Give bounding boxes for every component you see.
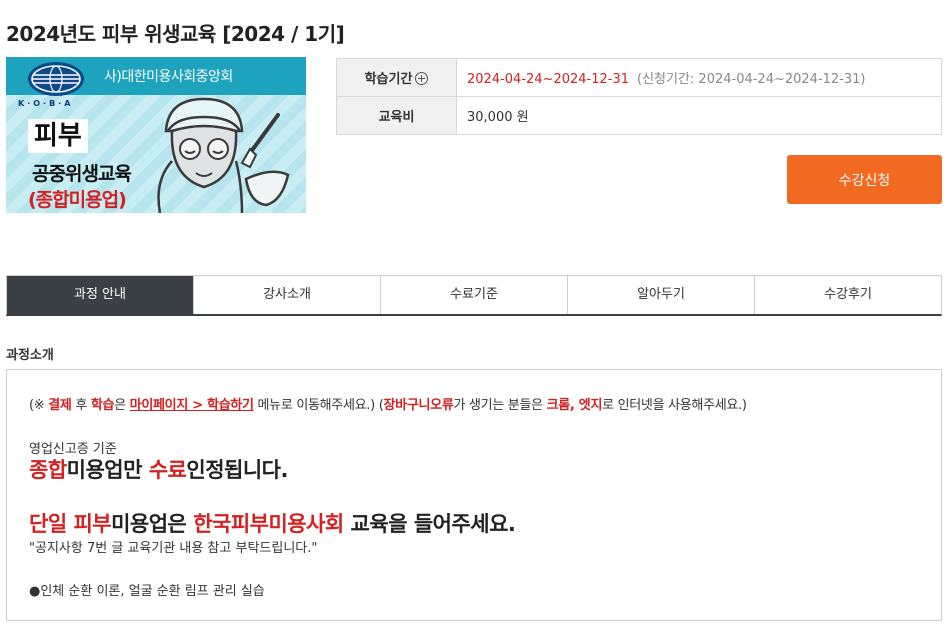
single-skin-statement: 단일 피부미용업은 한국피부미용사회 교육을 들어주세요. [29,508,516,538]
practice-item: ●인체 순환 이론, 얼굴 순환 림프 관리 실습 [29,584,265,599]
banner-category-label: (종합미용업) [28,189,127,211]
notice-reference-text: "공지사항 7번 글 교육기관 내용 참고 부탁드립니다." [29,541,318,556]
notice-part: 후 [71,398,91,413]
logo-text: K·O·B·A [18,99,74,108]
fee-value: 30,000 원 [456,96,942,135]
mypage-study-link[interactable]: 마이페이지 > 학습하기 [130,398,254,413]
course-intro-box: (※ 결제 후 학습은 마이페이지 > 학습하기 메뉴로 이동해주세요.) (장… [6,369,942,621]
tab-course-guide[interactable]: 과정 안내 [7,276,194,314]
notice-part: (※ [29,398,49,413]
statement-text: 인정됩니다. [186,458,288,482]
statement-highlight: 수료 [148,458,187,482]
notice-highlight-payment: 결제 [48,398,72,413]
banner-skin-label: 피부 [28,119,88,153]
tab-notes[interactable]: 알아두기 [568,276,755,314]
apply-period: (신청기간: 2024-04-24~2024-12-31) [637,72,866,87]
section-title: 과정소개 [6,348,54,363]
statement-highlight: 종합 [29,458,67,482]
statement-highlight: 한국피부미용사회 [193,512,344,536]
tab-reviews[interactable]: 수강후기 [755,276,941,314]
period-label: 학습기간 [364,72,413,87]
notice-part: 로 인터넷을 사용해주세요.) [602,398,747,413]
page-title: 2024년도 피부 위생교육 [2024 / 1기] [6,22,345,46]
association-name: 사)대한미용사회중앙회 [104,69,233,85]
notice-highlight-study: 학습 [90,398,115,413]
period-label-cell: 학습기간 [336,58,457,97]
notice-part: 가 생기는 분들은 [453,398,547,413]
statement-text: 교육을 들어주세요. [343,512,516,536]
statement-text: 미용업은 [111,512,194,536]
course-info-table: 학습기간 2024-04-24~2024-12-31 (신청기간: 2024-04… [336,58,942,135]
plus-circle-icon[interactable] [415,72,429,85]
tab-completion-criteria[interactable]: 수료기준 [381,276,568,314]
banner-education-label: 공중위생교육 [32,163,132,185]
course-tabs: 과정 안내 강사소개 수료기준 알아두기 수강후기 [6,275,942,316]
notice-text: (※ 결제 후 학습은 마이페이지 > 학습하기 메뉴로 이동해주세요.) (장… [29,394,747,413]
period-value: 2024-04-24~2024-12-31 [467,72,629,87]
face-mask-illustration-icon [157,97,290,213]
period-row: 학습기간 2024-04-24~2024-12-31 (신청기간: 2024-04… [336,58,942,97]
enroll-button[interactable]: 수강신청 [787,155,942,204]
course-banner: K·O·B·A 사)대한미용사회중앙회 피부 공중위생교육 (종합미용업) [6,57,306,213]
fee-row: 교육비 30,000 원 [336,96,942,135]
statement-highlight: 단일 피부 [29,512,112,536]
notice-part: 메뉴로 이동해주세요.) ( [253,398,384,413]
tab-instructor[interactable]: 강사소개 [194,276,381,314]
fee-label: 교육비 [336,96,457,135]
notice-part: 은 [114,398,130,413]
completion-statement: 종합미용업만 수료인정됩니다. [29,454,288,484]
notice-highlight-browsers: 크롬, 엣지 [546,398,603,413]
statement-text: 미용업만 [66,458,149,482]
period-value-cell: 2024-04-24~2024-12-31 (신청기간: 2024-04-24~2… [456,58,942,97]
notice-highlight-cart-error: 장바구니오류 [383,398,454,413]
